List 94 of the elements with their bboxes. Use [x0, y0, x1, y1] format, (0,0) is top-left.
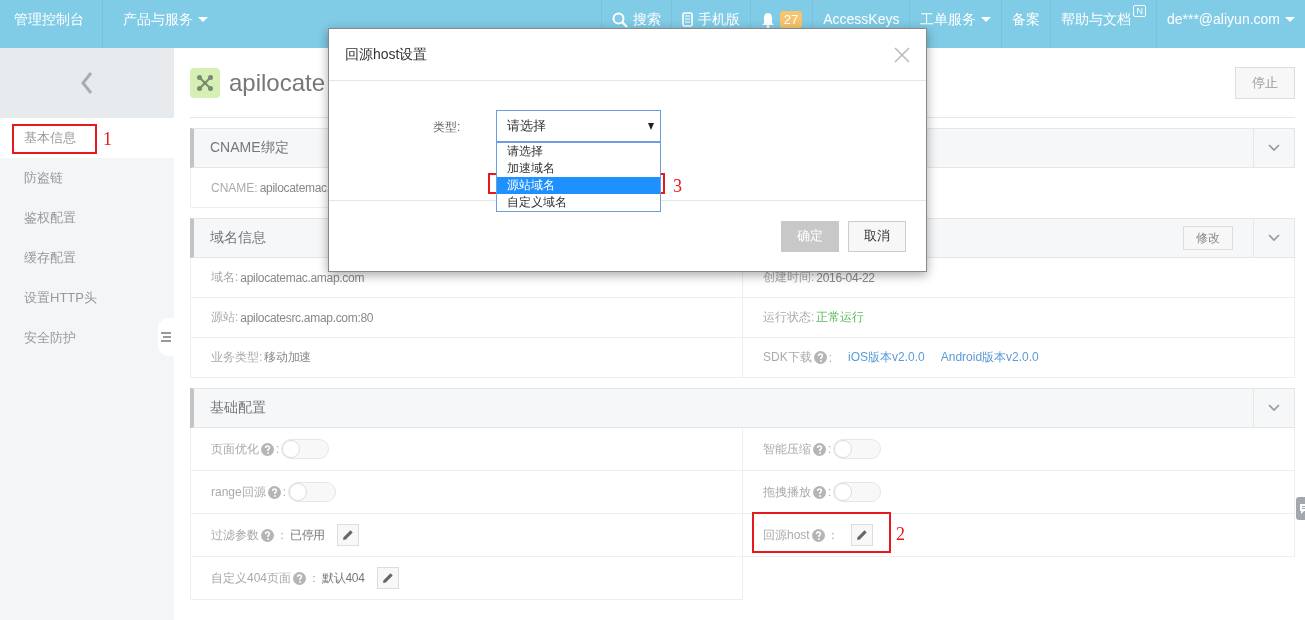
products-menu[interactable]: 产品与服务: [123, 11, 208, 28]
field-label: 智能压缩: [763, 440, 811, 458]
field-value: 已停用: [290, 526, 326, 544]
help-icon[interactable]: [813, 485, 826, 499]
toggle-switch[interactable]: [281, 439, 330, 459]
download-link[interactable]: iOS版本v2.0.0: [848, 349, 925, 366]
nodes-icon: [196, 73, 214, 92]
help-icon[interactable]: [261, 442, 274, 456]
field-label: SDK下载: [763, 349, 812, 366]
chevron-down-icon: [1268, 404, 1280, 412]
field-label: 页面优化: [211, 440, 259, 458]
colon: :: [276, 442, 280, 456]
colon: :: [828, 485, 832, 499]
annotation-number: 3: [673, 176, 682, 197]
close-icon[interactable]: [894, 46, 910, 63]
field-value: apilocatemac.amap.com: [240, 270, 365, 285]
field-label: 业务类型:: [211, 349, 263, 366]
dropdown-option[interactable]: 自定义域名: [497, 194, 660, 211]
caret-icon: [198, 17, 208, 22]
help-icon[interactable]: [293, 571, 307, 585]
toggle-switch[interactable]: [833, 482, 882, 502]
status-text: 正常运行: [816, 309, 865, 326]
new-badge: N: [1133, 5, 1146, 17]
stop-button[interactable]: 停止: [1235, 66, 1295, 99]
annotation-number: 1: [103, 129, 112, 150]
menu-icon: [161, 332, 171, 342]
dialog-title: 回源host设置: [345, 45, 428, 64]
colon: ：: [276, 526, 288, 544]
edit-button[interactable]: [850, 524, 873, 546]
field-label: 拖拽播放: [763, 483, 811, 501]
dropdown-option[interactable]: 请选择: [497, 143, 660, 160]
cancel-button[interactable]: 取消: [848, 220, 906, 252]
pencil-icon: [381, 572, 394, 584]
field-label: 域名:: [211, 269, 239, 286]
colon: :: [282, 485, 287, 499]
caret-icon: [648, 122, 654, 130]
pencil-icon: [342, 529, 355, 541]
toggle-switch[interactable]: [833, 439, 882, 459]
nav-link[interactable]: 帮助与文档 N: [1061, 5, 1146, 28]
colon: ：: [308, 569, 321, 587]
help-icon[interactable]: [813, 442, 826, 456]
dropdown-option[interactable]: 加速域名: [497, 160, 660, 177]
panel-title: 基础配置: [209, 399, 266, 417]
dropdown-menu[interactable]: 工单服务: [920, 11, 992, 28]
field-label: range回源: [211, 483, 266, 501]
field-label: 运行状态:: [763, 309, 815, 326]
sidebar-item[interactable]: 缓存配置: [0, 238, 174, 278]
sidebar-item[interactable]: 鉴权配置: [0, 198, 174, 238]
panel-title: CNAME绑定: [209, 139, 289, 157]
download-link[interactable]: Android版本v2.0.0: [940, 349, 1039, 366]
page-title: apilocate: [229, 68, 326, 97]
help-icon[interactable]: [811, 528, 825, 542]
chevron-down-icon: [1268, 234, 1280, 242]
colon: :: [828, 442, 832, 456]
mobile-link[interactable]: 手机版: [681, 11, 740, 28]
field-label: CNAME:: [211, 180, 258, 195]
search-link[interactable]: 搜索: [611, 11, 661, 28]
colon: ：: [826, 526, 839, 544]
caret-icon: [981, 17, 992, 22]
nav-link[interactable]: 备案: [1012, 11, 1041, 28]
chevron-down-icon: [1268, 144, 1280, 152]
dropdown-menu[interactable]: de***@aliyun.com: [1166, 11, 1295, 28]
field-label: 过滤参数: [211, 526, 259, 544]
bell-icon[interactable]: [760, 11, 775, 28]
field-value: 移动加速: [264, 349, 312, 366]
sidebar-item[interactable]: 防盗链: [0, 158, 174, 198]
dropdown-option[interactable]: 源站域名: [497, 177, 660, 194]
pencil-icon: [855, 529, 868, 541]
collapse-handle[interactable]: [158, 318, 174, 356]
caret-icon: [1285, 17, 1295, 22]
field-value: 默认404: [322, 569, 365, 587]
notification-count: 27: [779, 11, 803, 28]
nav-link[interactable]: AccessKeys: [823, 11, 900, 28]
colon: :: [828, 350, 833, 365]
field-value: apilocatesrc.amap.com:80: [240, 310, 374, 325]
field-value: apilocatemac.: [259, 180, 330, 195]
field-value: 2016-04-22: [816, 270, 875, 285]
field-label: 自定义404页面: [211, 569, 292, 587]
console-link[interactable]: 管理控制台: [14, 11, 84, 28]
field-label: 源站:: [211, 309, 239, 326]
panel-title: 域名信息: [209, 229, 266, 247]
edit-button[interactable]: [337, 524, 360, 546]
field-label: 回源host: [763, 526, 810, 544]
edit-button[interactable]: 修改: [1183, 226, 1233, 250]
chevron-left-icon[interactable]: [80, 71, 94, 95]
annotation-number: 2: [896, 524, 905, 545]
field-label: 创建时间:: [763, 269, 815, 286]
toggle-switch[interactable]: [288, 482, 337, 502]
sidebar-item[interactable]: 设置HTTP头: [0, 278, 174, 318]
help-icon[interactable]: [267, 485, 281, 499]
edit-button[interactable]: [376, 567, 399, 589]
help-icon[interactable]: [261, 528, 274, 542]
field-label: 类型:: [433, 119, 461, 136]
help-icon[interactable]: [813, 351, 827, 364]
